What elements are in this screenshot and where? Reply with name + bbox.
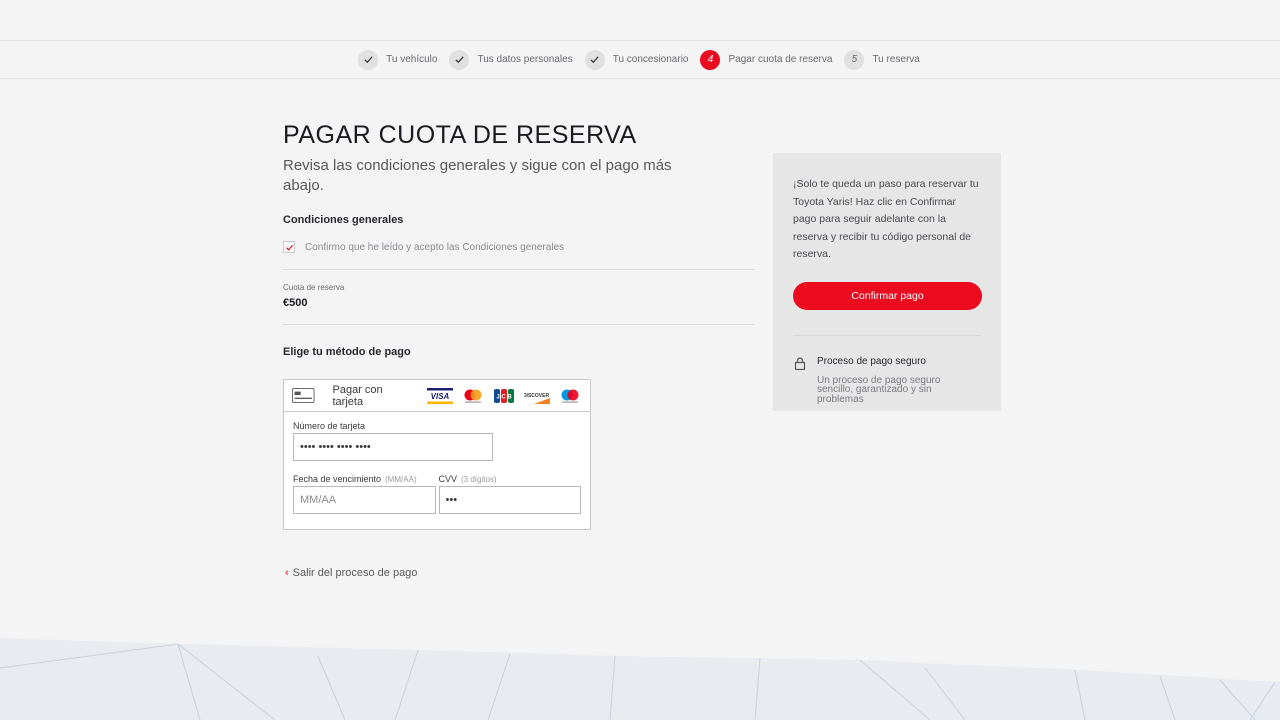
step-personal-data[interactable]: Tus datos personales bbox=[449, 49, 573, 70]
secure-payment-title: Proceso de pago seguro bbox=[817, 355, 926, 367]
step-label: Tus datos personales bbox=[477, 54, 573, 65]
divider bbox=[793, 334, 981, 336]
cvv-label: CVV bbox=[438, 474, 458, 484]
mastercard-icon bbox=[462, 388, 484, 404]
exit-payment-label: Salir del proceso de pago bbox=[292, 567, 418, 579]
fee-value: €500 bbox=[283, 297, 308, 309]
step-pay-fee: 4 Pagar cuota de reserva bbox=[700, 49, 833, 70]
conditions-checkbox-row[interactable]: Confirmo que he leído y acepto las Condi… bbox=[283, 241, 755, 253]
card-payment-panel: Pagar con tarjeta VISA J C B DISCOVER Nú… bbox=[283, 379, 591, 530]
conditions-title: Condiciones generales bbox=[283, 214, 404, 226]
card-payment-label: Pagar con tarjeta bbox=[332, 383, 383, 408]
card-brands: VISA J C B DISCOVER bbox=[427, 387, 590, 404]
secure-payment-description: Un proceso de pago seguro sencillo, gara… bbox=[817, 374, 941, 405]
step-label: Pagar cuota de reserva bbox=[728, 54, 833, 65]
step-dealer[interactable]: Tu concesionario bbox=[584, 49, 689, 70]
reservation-info-text: ¡Solo te queda un paso para reservar tu … bbox=[793, 178, 979, 260]
step-done-circle bbox=[584, 49, 605, 70]
page-subtitle: Revisa las condiciones generales y sigue… bbox=[283, 157, 672, 194]
step-label: Tu reserva bbox=[872, 54, 920, 65]
card-number-input[interactable]: •••• •••• •••• •••• bbox=[293, 433, 493, 461]
visa-icon: VISA bbox=[427, 387, 453, 404]
secure-payment-text: Proceso de pago seguro Un proceso de pag… bbox=[817, 356, 957, 405]
step-done-circle bbox=[358, 49, 379, 70]
secure-payment-info: Proceso de pago seguro Un proceso de pag… bbox=[793, 356, 981, 405]
step-number: 5 bbox=[844, 49, 865, 70]
card-form-body: Número de tarjeta •••• •••• •••• •••• Fe… bbox=[284, 412, 590, 514]
step-done-circle bbox=[449, 49, 470, 70]
fee-label: Cuota de reserva bbox=[283, 283, 345, 292]
conditions-checkbox[interactable] bbox=[283, 241, 295, 253]
progress-stepper: Tu vehículo Tus datos personales Tu conc… bbox=[0, 40, 1280, 79]
svg-text:J C B: J C B bbox=[496, 394, 512, 400]
payment-method-title: Elige tu método de pago bbox=[283, 346, 411, 358]
step-vehicle[interactable]: Tu vehículo bbox=[358, 49, 438, 70]
checkmark-icon bbox=[455, 56, 464, 64]
divider bbox=[283, 324, 755, 325]
cvv-column: CVV (3 dígitos) ••• bbox=[438, 474, 582, 514]
confirm-payment-button[interactable]: Confirmar pago bbox=[793, 281, 982, 310]
svg-text:VISA: VISA bbox=[431, 392, 450, 401]
cvv-label-row: CVV (3 dígitos) bbox=[439, 474, 582, 484]
checkmark-icon bbox=[364, 56, 373, 64]
exit-payment-link[interactable]: ‹ Salir del proceso de pago bbox=[283, 567, 755, 579]
divider bbox=[283, 269, 755, 270]
reservation-summary-panel: ¡Solo te queda un paso para reservar tu … bbox=[773, 153, 1001, 411]
jcb-icon: J C B bbox=[493, 388, 515, 404]
step-label: Tu concesionario bbox=[612, 54, 689, 65]
step-number-active: 4 bbox=[700, 49, 721, 70]
payment-main: PAGAR CUOTA DE RESERVA Revisa las condic… bbox=[283, 120, 755, 579]
step-reservation: 5 Tu reserva bbox=[844, 49, 920, 70]
checkmark-icon bbox=[590, 56, 599, 64]
card-number-label: Número de tarjeta bbox=[293, 421, 366, 431]
discover-icon: DISCOVER bbox=[524, 387, 550, 404]
cvv-input[interactable]: ••• bbox=[438, 486, 581, 514]
lock-icon bbox=[794, 356, 806, 370]
step-label: Tu vehículo bbox=[386, 54, 438, 65]
chevron-left-icon: ‹ bbox=[285, 567, 289, 579]
expiry-label: Fecha de vencimiento bbox=[293, 474, 382, 484]
expiry-label-row: Fecha de vencimiento (MM/AA) bbox=[293, 474, 436, 484]
expiry-hint: (MM/AA) bbox=[385, 475, 417, 484]
expiry-column: Fecha de vencimiento (MM/AA) MM/AA bbox=[293, 474, 436, 514]
maestro-icon bbox=[559, 388, 581, 404]
card-payment-header[interactable]: Pagar con tarjeta VISA J C B DISCOVER bbox=[284, 380, 590, 412]
credit-card-icon bbox=[292, 388, 315, 403]
page-title: PAGAR CUOTA DE RESERVA bbox=[283, 121, 637, 149]
cvv-hint: (3 dígitos) bbox=[461, 475, 497, 484]
top-spacer bbox=[0, 0, 1280, 40]
conditions-checkbox-label: Confirmo que he leído y acepto las Condi… bbox=[305, 241, 565, 253]
decorative-background-pattern bbox=[0, 638, 1280, 720]
expiry-input[interactable]: MM/AA bbox=[293, 486, 436, 514]
card-row-expiry-cvv: Fecha de vencimiento (MM/AA) MM/AA CVV (3 … bbox=[293, 474, 581, 514]
checkmark-icon bbox=[285, 244, 293, 251]
svg-text:DISCOVER: DISCOVER bbox=[524, 393, 549, 399]
